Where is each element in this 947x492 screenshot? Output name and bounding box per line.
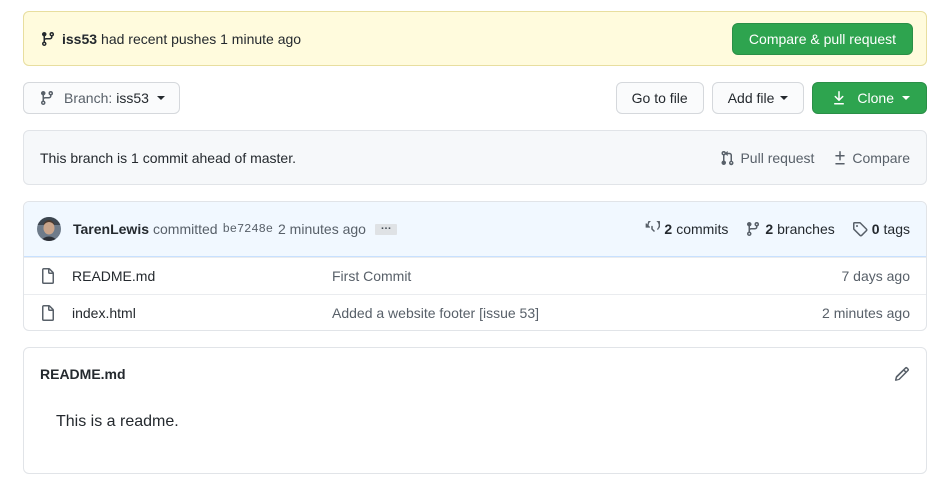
chevron-down-icon [156, 96, 165, 100]
go-to-file-button[interactable]: Go to file [615, 82, 704, 114]
pushed-branch-name[interactable]: iss53 [62, 31, 97, 47]
commit-verb: committed [153, 221, 218, 237]
file-row[interactable]: README.md First Commit 7 days ago [24, 257, 926, 294]
chevron-down-icon [902, 96, 910, 100]
branch-name: iss53 [116, 90, 149, 106]
compare-pull-request-button[interactable]: Compare & pull request [731, 22, 913, 55]
file-age: 7 days ago [841, 268, 911, 284]
readme-panel: README.md This is a readme. [23, 347, 927, 474]
file-browser: TarenLewis committed be7248e 2 minutes a… [23, 201, 927, 331]
pencil-icon[interactable] [894, 366, 910, 382]
branch-select-button[interactable]: Branch: iss53 [23, 82, 180, 114]
commits-link[interactable]: 2 commits [644, 221, 728, 237]
file-name[interactable]: index.html [72, 305, 332, 321]
file-row[interactable]: index.html Added a website footer [issue… [24, 294, 926, 330]
commit-age: 2 minutes ago [278, 221, 366, 237]
git-branch-icon [39, 90, 55, 106]
download-icon [831, 90, 847, 106]
compare-link[interactable]: Compare [832, 150, 910, 166]
branch-label: Branch: [64, 90, 113, 106]
history-icon [644, 221, 664, 237]
file-name[interactable]: README.md [72, 268, 332, 284]
readme-header: README.md [24, 348, 926, 400]
commits-count: 2 [664, 221, 673, 237]
avatar[interactable] [37, 217, 61, 241]
branch-status-bar: This branch is 1 commit ahead of master.… [23, 130, 927, 185]
chevron-down-icon [780, 96, 789, 100]
commit-details-toggle[interactable]: … [374, 220, 397, 235]
file-age: 2 minutes ago [822, 305, 910, 321]
tags-link[interactable]: 0 tags [852, 221, 910, 237]
clone-button[interactable]: Clone [812, 82, 927, 114]
git-pull-request-icon [720, 150, 740, 166]
diff-icon [832, 150, 852, 166]
git-branch-icon [40, 31, 56, 47]
recent-pushes-banner: iss53 had recent pushes 1 minute ago Com… [23, 11, 927, 66]
file-icon [40, 305, 56, 321]
tag-icon [852, 221, 872, 237]
repo-toolbar: Branch: iss53 Go to file Add file Clone [23, 82, 927, 114]
clone-label: Clone [857, 90, 894, 106]
pull-request-link[interactable]: Pull request [720, 150, 814, 166]
file-commit-message[interactable]: First Commit [332, 268, 842, 284]
branches-count: 2 [765, 221, 774, 237]
pull-request-label: Pull request [740, 149, 815, 166]
readme-title[interactable]: README.md [40, 366, 894, 382]
tags-label: tags [883, 221, 910, 237]
file-commit-message[interactable]: Added a website footer [issue 53] [332, 305, 822, 321]
branch-ahead-text: This branch is 1 commit ahead of master. [40, 149, 296, 166]
commits-label: commits [676, 221, 729, 237]
compare-label: Compare [852, 149, 910, 166]
file-icon [40, 268, 56, 284]
recent-pushes-text: had recent pushes 1 minute ago [101, 30, 302, 47]
commit-author[interactable]: TarenLewis [73, 221, 149, 237]
git-branch-icon [745, 221, 765, 237]
commit-sha[interactable]: be7248e [223, 222, 273, 236]
branches-label: branches [777, 221, 835, 237]
latest-commit-bar: TarenLewis committed be7248e 2 minutes a… [24, 202, 926, 257]
tags-count: 0 [871, 221, 880, 237]
add-file-button[interactable]: Add file [711, 82, 805, 114]
readme-content: This is a readme. [56, 413, 179, 430]
branches-link[interactable]: 2 branches [745, 221, 835, 237]
add-file-label: Add file [727, 90, 775, 106]
